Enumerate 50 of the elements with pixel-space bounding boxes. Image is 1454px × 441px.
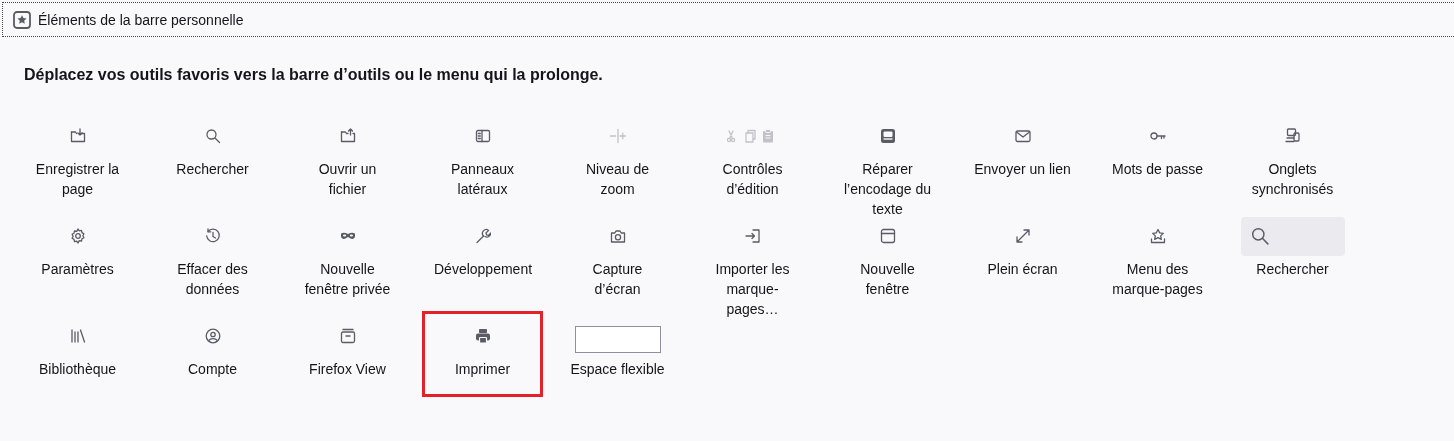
item-label: Ouvrir un fichier — [317, 160, 378, 199]
toolbar-item[interactable]: Réparer l’encodage du texte — [827, 111, 948, 222]
toolbar-item[interactable]: Rechercher — [1232, 211, 1353, 297]
toolbar-item[interactable]: Nouvelle fenêtre privée — [287, 211, 408, 302]
item-label: Espace flexible — [569, 360, 666, 379]
item-label: Imprimer — [453, 360, 512, 379]
toolbar-item[interactable]: Développement — [422, 211, 543, 297]
toolbar-item[interactable]: Onglets synchronisés — [1232, 111, 1353, 202]
instruction-heading: Déplacez vos outils favoris vers la barre d’outils ou le menu qui la prolonge. — [23, 65, 604, 85]
item-label: Nouvelle fenêtre — [859, 260, 916, 299]
item-label: Niveau de zoom — [584, 160, 650, 199]
item-label: Panneaux latéraux — [449, 160, 516, 199]
toolbar-title: Éléments de la barre personnelle — [38, 11, 244, 28]
search-icon — [1250, 227, 1269, 245]
toolbar-item[interactable]: Bibliothèque — [17, 311, 138, 397]
toolbar-item[interactable]: Ouvrir un fichier — [287, 111, 408, 202]
toolbar-item[interactable]: Rechercher — [152, 111, 273, 197]
item-label: Bibliothèque — [37, 360, 118, 379]
toolbar-item[interactable]: Paramètres — [17, 211, 138, 297]
item-label: Effacer des données — [176, 260, 249, 299]
item-label: Développement — [434, 260, 531, 279]
item-label: Nouvelle fenêtre privée — [303, 260, 392, 299]
toolbar-item[interactable]: Capture d’écran — [557, 211, 678, 302]
item-label: Firefox View — [308, 360, 387, 379]
toolbar-item[interactable]: Importer les marque-pages… — [692, 211, 813, 322]
item-label: Paramètres — [40, 260, 115, 279]
toolbar-item[interactable]: Plein écran — [962, 211, 1083, 297]
item-label: Mots de passe — [1110, 160, 1205, 179]
toolbar-item[interactable]: Compte — [152, 311, 273, 397]
item-label: Réparer l’encodage du texte — [842, 160, 933, 219]
item-label: Rechercher — [1255, 260, 1330, 279]
toolbar-item[interactable]: Imprimer — [422, 311, 543, 397]
item-label: Rechercher — [175, 160, 250, 179]
toolbar-item[interactable]: Menu des marque-pages — [1097, 211, 1218, 302]
item-label: Capture d’écran — [591, 260, 644, 299]
toolbar-item[interactable]: Effacer des données — [152, 211, 273, 302]
item-label: Importer les marque-pages… — [714, 260, 791, 319]
toolbar-item[interactable]: Espace flexible — [557, 311, 678, 397]
item-label: Menu des marque-pages — [1111, 260, 1204, 299]
toolbar-item[interactable]: Mots de passe — [1097, 111, 1218, 197]
item-label: Envoyer un lien — [974, 160, 1071, 179]
toolbar-item[interactable]: Panneaux latéraux — [422, 111, 543, 202]
toolbar-item[interactable]: Envoyer un lien — [962, 111, 1083, 197]
item-label: Compte — [187, 360, 238, 379]
toolbar-item[interactable]: Enregistrer la page — [17, 111, 138, 202]
toolbar-item[interactable]: Firefox View — [287, 311, 408, 397]
item-label: Onglets synchronisés — [1250, 160, 1335, 199]
item-label: Contrôles d’édition — [721, 160, 784, 199]
item-label: Plein écran — [986, 260, 1059, 279]
item-label: Enregistrer la page — [34, 160, 121, 199]
